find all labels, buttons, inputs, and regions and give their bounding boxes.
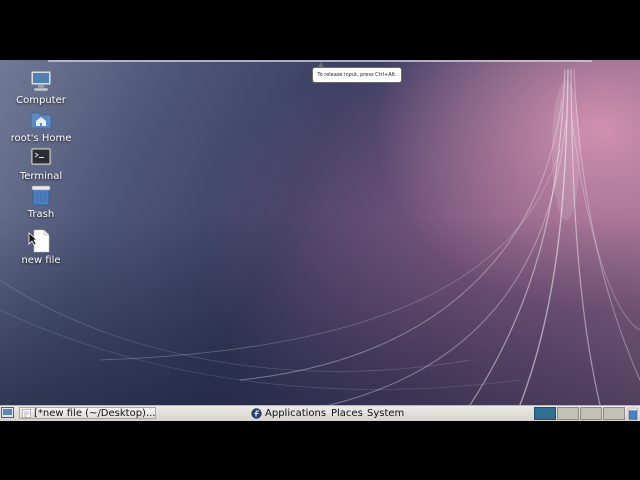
taskbar-button-new-file[interactable]: [*new file (~/Desktop)... bbox=[19, 407, 156, 419]
desktop-icon-label: Computer bbox=[16, 95, 66, 106]
terminal-icon bbox=[30, 147, 52, 166]
workspace-4[interactable] bbox=[603, 407, 625, 420]
show-desktop-icon[interactable] bbox=[1, 407, 14, 419]
menu-system[interactable]: System bbox=[367, 407, 404, 420]
desktop-icon-new-file[interactable]: new file bbox=[1, 229, 81, 266]
computer-icon bbox=[30, 70, 52, 92]
desktop-background[interactable] bbox=[0, 60, 640, 405]
desktop-icon-terminal[interactable]: Terminal bbox=[1, 145, 81, 182]
screen-frame: Computer root's Home Terminal Trash new … bbox=[0, 0, 640, 480]
menu-places[interactable]: Places bbox=[331, 407, 363, 420]
desktop-icon-home[interactable]: root's Home bbox=[1, 107, 81, 144]
workspace-3[interactable] bbox=[580, 407, 602, 420]
workspace-1[interactable] bbox=[534, 407, 556, 420]
desktop-icon-label: Trash bbox=[27, 209, 55, 220]
desktop-icon-label: root's Home bbox=[10, 133, 72, 144]
desktop-icon-trash[interactable]: Trash bbox=[1, 183, 81, 220]
trash-applet-icon[interactable] bbox=[627, 407, 639, 420]
desktop-icon-computer[interactable]: Computer bbox=[1, 69, 81, 106]
menu-applications[interactable]: Applications bbox=[265, 407, 326, 420]
taskbar-button-label: [*new file (~/Desktop)... bbox=[34, 408, 156, 419]
bottom-panel: [*new file (~/Desktop)... Applications P… bbox=[0, 405, 640, 421]
home-folder-icon bbox=[30, 112, 52, 129]
desktop-icon-label: Terminal bbox=[19, 171, 63, 182]
fedora-logo-icon bbox=[251, 408, 262, 419]
trash-icon bbox=[31, 185, 51, 206]
release-input-tooltip: To release input, press Ctrl+Alt. bbox=[312, 67, 402, 83]
text-editor-icon bbox=[22, 409, 31, 418]
wallpaper-swirl bbox=[0, 69, 640, 405]
workspace-2[interactable] bbox=[557, 407, 579, 420]
desktop-icon-label: new file bbox=[21, 255, 61, 266]
mouse-pointer-icon bbox=[28, 232, 38, 246]
